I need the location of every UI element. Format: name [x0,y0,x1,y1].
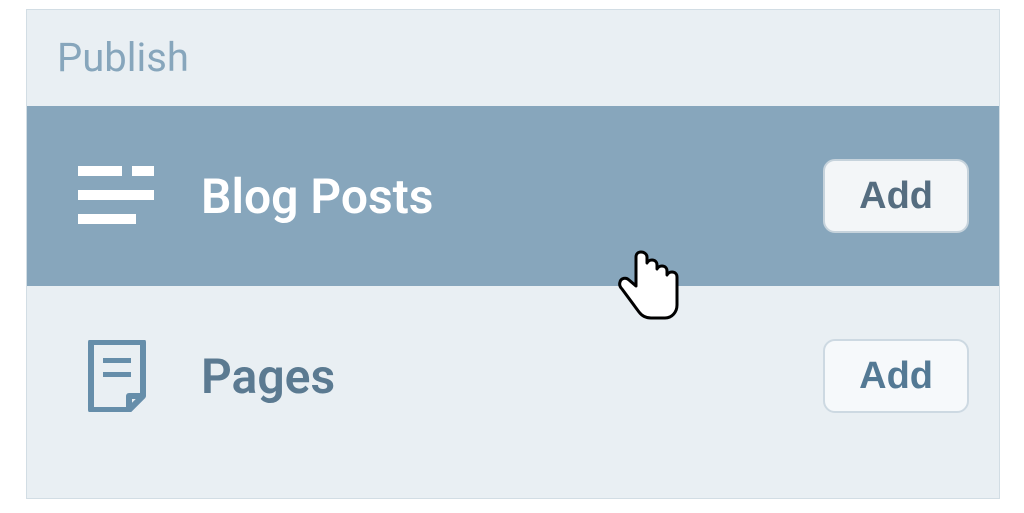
add-page-button[interactable]: Add [823,339,969,413]
sidebar-item-label: Pages [201,348,823,405]
sidebar-item-label: Blog Posts [201,168,823,225]
sidebar-item-pages[interactable]: Pages Add [27,286,999,466]
publish-panel: Publish Blog Posts Add Pages Add [26,9,1000,499]
section-title: Publish [27,10,999,106]
sidebar-item-blog-posts[interactable]: Blog Posts Add [27,106,999,286]
blog-posts-icon [77,166,157,226]
pages-icon [77,340,157,412]
add-blog-post-button[interactable]: Add [823,159,969,233]
